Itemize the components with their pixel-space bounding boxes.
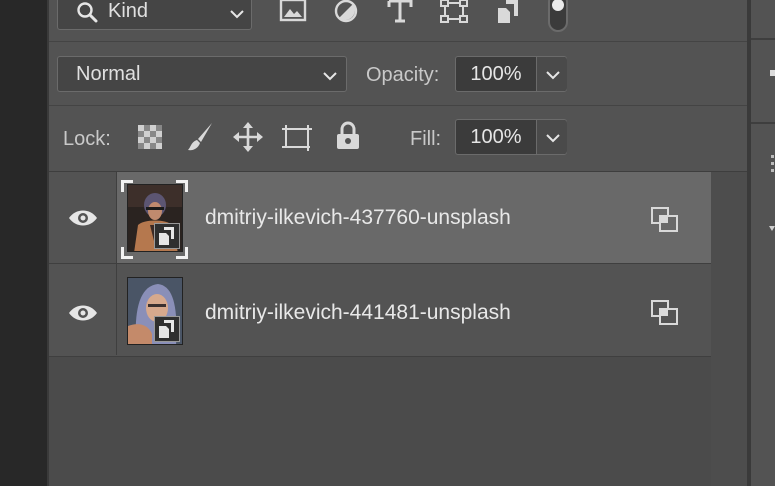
chevron-down-icon [230,10,244,19]
layer-thumbnail[interactable] [127,277,183,345]
lock-artboard-icon[interactable] [282,123,314,153]
smart-object-icon [159,227,174,245]
eye-icon [69,305,97,321]
filter-toggle-switch[interactable] [548,0,568,32]
layer-thumbnail[interactable] [127,184,183,252]
layer-row[interactable]: dmitriy-ilkevich-441481-unsplash [49,264,711,355]
image-filter-icon[interactable] [279,0,307,22]
layer-name[interactable]: dmitriy-ilkevich-441481-unsplash [205,301,511,325]
thumbnail-selection-corner [176,247,188,259]
opacity-label: Opacity: [366,64,440,86]
opacity-slider-toggle[interactable] [537,57,567,91]
fill-field[interactable]: 100% [455,119,567,155]
layer-row[interactable]: dmitriy-ilkevich-437760-unsplash [49,172,711,263]
visibility-column-divider [116,264,117,355]
type-filter-icon[interactable] [387,0,413,24]
lock-image-pixels-icon[interactable] [186,122,214,152]
chevron-down-icon [546,71,560,80]
kind-filter-dropdown[interactable]: Kind [57,0,252,30]
smart-object-indicator-icon [651,207,678,232]
lock-position-icon[interactable] [233,122,263,152]
fill-slider-toggle[interactable] [537,120,567,154]
lock-all-icon[interactable] [336,121,360,151]
opacity-field[interactable]: 100% [455,56,567,92]
opacity-value: 100% [470,63,522,85]
thumbnail-selection-corner [121,180,133,192]
search-icon [77,2,98,23]
dock-tab-indicator-icon[interactable] [770,68,775,78]
smart-object-indicator-icon [651,300,678,325]
smart-object-badge [154,223,180,249]
layers-scroll-gutter[interactable] [711,172,747,486]
eye-icon [69,210,97,226]
shape-filter-icon[interactable] [440,0,468,24]
smart-object-filter-icon[interactable] [496,0,522,24]
thumbnail-selection-corner [176,180,188,192]
layer-visibility-toggle[interactable] [49,264,116,355]
blend-mode-value: Normal [76,63,141,85]
toolbar-separator [49,41,747,42]
left-dock-strip [0,0,47,486]
kind-label: Kind [108,0,149,22]
layer-visibility-toggle[interactable] [49,172,116,263]
chevron-down-icon [323,72,337,81]
right-dock-separator [751,38,775,40]
thumbnail-selection-corner [121,247,133,259]
fill-label: Fill: [410,128,442,150]
blend-mode-dropdown[interactable]: Normal [57,56,347,92]
filter-toggle-knob [552,0,564,11]
dock-collapse-arrow-icon[interactable] [769,224,775,234]
layers-empty-area[interactable] [49,357,711,486]
lock-label: Lock: [63,128,111,150]
toolbar-separator [49,105,747,106]
smart-object-icon [159,320,174,338]
smart-object-badge [154,316,180,342]
adjustment-filter-icon[interactable] [333,0,359,24]
layer-name[interactable]: dmitriy-ilkevich-437760-unsplash [205,206,511,230]
chevron-down-icon [546,134,560,143]
dock-grip-icon[interactable] [770,155,775,175]
right-dock-separator [751,122,775,124]
layer-row-divider [49,356,711,357]
fill-value: 100% [470,126,522,148]
lock-transparent-pixels-icon[interactable] [138,125,162,149]
